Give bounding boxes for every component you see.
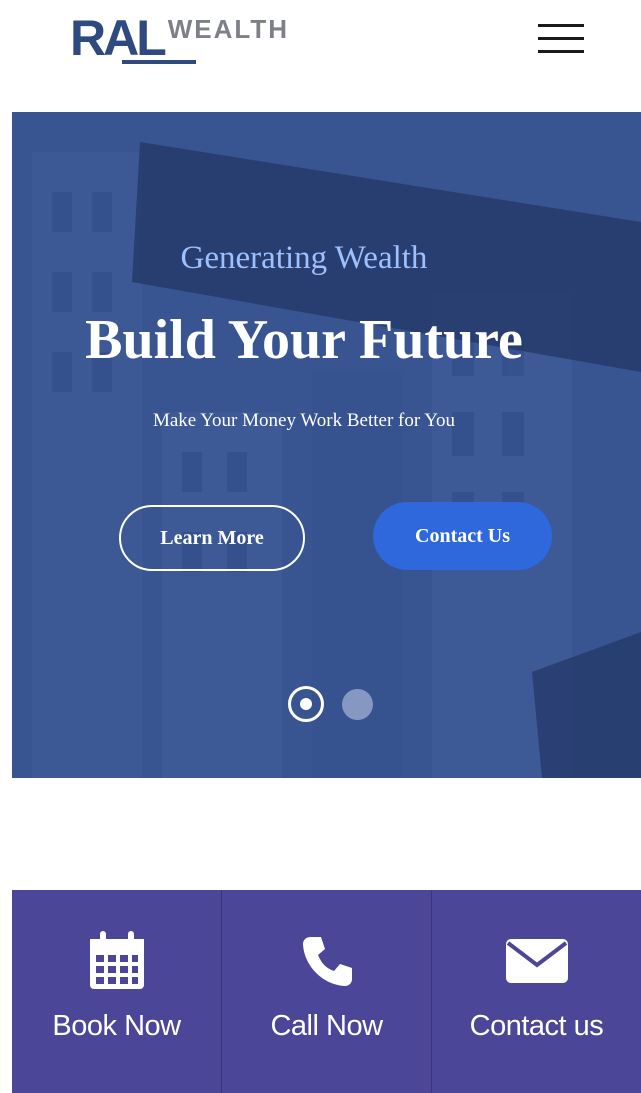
book-now-label: Book Now — [52, 1010, 181, 1042]
menu-line — [538, 24, 584, 27]
slide-dot-2[interactable] — [342, 689, 373, 720]
hero-eyebrow: Generating Wealth — [180, 240, 428, 276]
menu-line — [538, 50, 584, 53]
book-now-button[interactable]: Book Now — [12, 890, 222, 1093]
quick-actions-bar: Book Now Call Now Contact us — [12, 890, 641, 1093]
calendar-icon — [86, 928, 148, 994]
hamburger-menu-icon[interactable] — [538, 24, 584, 54]
call-now-label: Call Now — [270, 1010, 383, 1042]
slide-dot-1[interactable] — [288, 686, 324, 722]
call-now-button[interactable]: Call Now — [222, 890, 432, 1093]
logo-underline — [122, 60, 196, 64]
contact-us-label: Contact us — [469, 1010, 604, 1042]
ral-wealth-logo[interactable]: RAL WEALTH — [70, 12, 289, 64]
contact-us-action-button[interactable]: Contact us — [432, 890, 641, 1093]
hero-slider: Generating Wealth Build Your Future Make… — [12, 112, 641, 778]
hero-headline: Build Your Future — [85, 309, 523, 371]
learn-more-button[interactable]: Learn More — [119, 505, 305, 571]
hero-subhead: Make Your Money Work Better for You — [152, 410, 456, 431]
contact-us-button[interactable]: Contact Us — [373, 502, 552, 570]
hero-overlay — [12, 112, 641, 778]
menu-line — [538, 37, 584, 40]
logo-word: WEALTH — [167, 14, 290, 44]
site-header: RAL WEALTH — [0, 0, 641, 112]
logo-mark: RAL — [70, 10, 167, 66]
envelope-icon — [504, 928, 570, 994]
phone-icon — [299, 928, 355, 994]
